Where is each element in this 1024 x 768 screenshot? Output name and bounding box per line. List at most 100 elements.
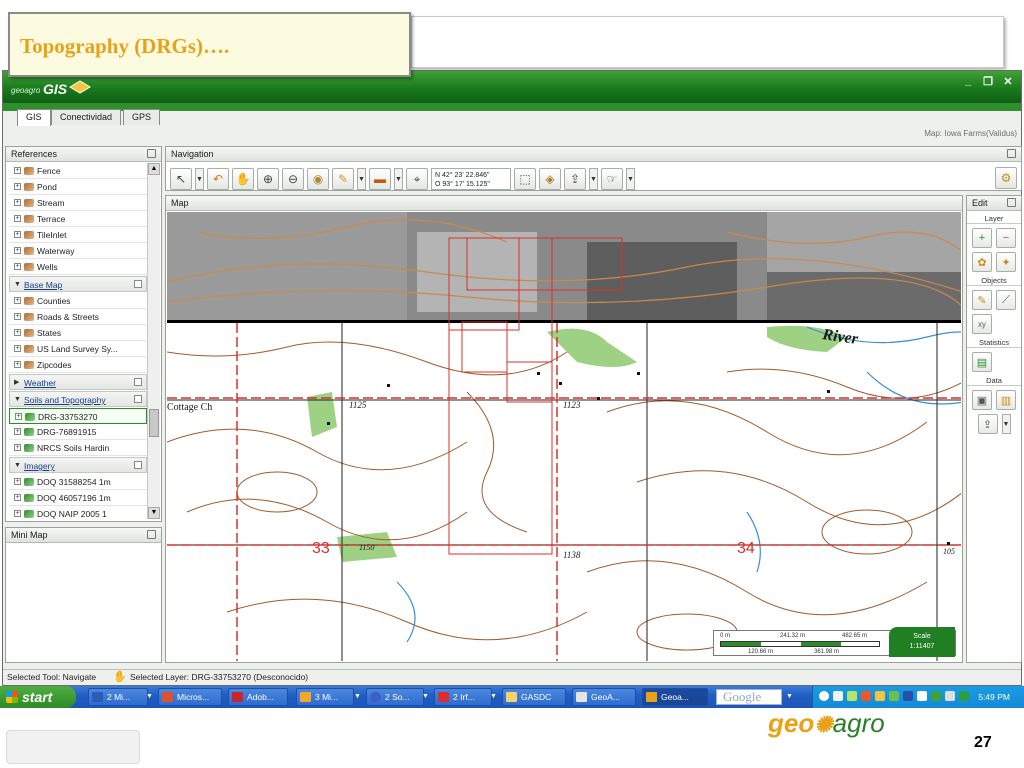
layer-style-icon[interactable]: ✿ [972,252,992,272]
group-options-icon[interactable] [134,395,142,403]
expand-icon[interactable]: + [14,231,21,238]
layer-list-item[interactable]: + DOQ NAIP 2005 1 [9,506,147,519]
layer-group-header[interactable]: ▶ Weather [9,374,147,390]
expand-icon[interactable]: + [14,247,21,254]
layer-group-header[interactable]: ▼ Soils and Topography [9,391,147,407]
data-dropdown-icon[interactable]: ▼ [1001,414,1011,434]
expand-icon[interactable]: + [14,444,21,451]
taskbar-item-irfan[interactable]: 2 Irf... [434,688,492,706]
expand-icon[interactable]: + [14,510,21,517]
tray-app-icon[interactable] [889,691,899,701]
expand-arrow-icon[interactable]: ▼ [14,458,21,474]
measure-dropdown-icon[interactable]: ▼ [394,168,403,190]
taskbar-item-geoa[interactable]: GeoA... [572,688,636,706]
data-export-icon[interactable]: ⇪ [977,414,998,434]
layer-list-item[interactable]: + Stream [9,195,147,211]
expand-icon[interactable]: + [14,329,21,336]
identify-icon[interactable]: ✎ [332,168,354,190]
wireless-icon[interactable] [959,691,969,701]
tab-gis[interactable]: GIS [17,109,51,126]
zoom-out-icon[interactable]: ⊖ [282,168,304,190]
xy-object-icon[interactable]: xy [972,314,992,334]
select-arrow-icon[interactable]: ↖ [170,168,192,190]
pin-icon[interactable] [147,149,156,158]
maximize-button[interactable]: ❐ [983,75,993,88]
phone-icon[interactable] [917,691,927,701]
layer-list-item[interactable]: + Pond [9,179,147,195]
mail-icon[interactable] [833,691,843,701]
measure-icon[interactable]: ▬ [369,168,391,190]
undo-icon[interactable]: ↶ [207,168,229,190]
expand-icon[interactable]: + [14,167,21,174]
tray-app-icon[interactable] [931,691,941,701]
expand-icon[interactable]: + [14,313,21,320]
export-icon[interactable]: ⇪ [564,168,586,190]
layer-group-header[interactable]: ▼ Base Map [9,276,147,292]
google-search-box[interactable]: Google [716,689,782,705]
layer-properties-icon[interactable]: ✦ [996,252,1016,272]
expand-icon[interactable]: + [14,361,21,368]
expand-icon[interactable]: + [14,215,21,222]
save-data-icon[interactable]: ▣ [972,390,992,410]
expand-icon[interactable]: + [14,183,21,190]
remove-layer-icon[interactable]: − [996,228,1016,248]
tray-app-icon[interactable] [861,691,871,701]
data-lock-icon[interactable]: ▥ [996,390,1016,410]
layer-list-item[interactable]: + Counties [9,293,147,309]
coordinate-icon[interactable]: ⌖ [406,168,428,190]
select-features-icon[interactable]: ⬚ [514,168,536,190]
taskbar-item-word[interactable]: 2 Mi... [88,688,148,706]
expand-arrow-icon[interactable]: ▼ [14,392,21,408]
tray-app-icon[interactable] [847,691,857,701]
taskbar-dropdown-icon[interactable]: ▼ [490,688,500,706]
taskbar-dropdown-icon[interactable]: ▼ [146,688,156,706]
identify-dropdown-icon[interactable]: ▼ [357,168,366,190]
tray-arrow-icon[interactable] [819,691,829,701]
expand-arrow-icon[interactable]: ▶ [14,375,19,391]
expand-icon[interactable]: + [14,263,21,270]
map-canvas[interactable]: River Cottage Ch 1125 1123 1138 33 34 11… [167,212,961,661]
expand-icon[interactable]: + [14,494,21,501]
close-button[interactable]: ✕ [1003,75,1013,88]
layer-list-item[interactable]: + DRG-33753270 [9,408,147,424]
pan-hand-icon[interactable]: ✋ [232,168,254,190]
layer-list-item[interactable]: + DRG-76891915 [9,424,147,440]
tray-app-icon[interactable] [875,691,885,701]
layer-list-item[interactable]: + US Land Survey Sy... [9,341,147,357]
tab-conectividad[interactable]: Conectividad [51,109,122,125]
pin-icon[interactable] [147,530,156,539]
add-layer-icon[interactable]: + [972,228,992,248]
pin-icon[interactable] [1007,198,1016,207]
network-icon[interactable] [945,691,955,701]
scroll-thumb[interactable] [149,409,159,437]
pin-icon[interactable] [1007,149,1016,158]
references-scrollbar[interactable]: ▲ ▼ [147,163,160,519]
expand-arrow-icon[interactable]: ▼ [14,277,21,293]
layers-icon[interactable]: ◈ [539,168,561,190]
taskbar-item-gasdc[interactable]: GASDC [502,688,566,706]
taskbar-item-messenger[interactable]: 3 Mi... [296,688,354,706]
layer-list-item[interactable]: + Roads & Streets [9,309,147,325]
taskbar-item-adobe[interactable]: Adob... [228,688,288,706]
layer-list-item[interactable]: + TileInlet [9,227,147,243]
group-options-icon[interactable] [134,378,142,386]
group-options-icon[interactable] [134,280,142,288]
info-dropdown-icon[interactable]: ▼ [626,168,635,190]
zoom-in-icon[interactable]: ⊕ [257,168,279,190]
layer-list-item[interactable]: + Fence [9,163,147,179]
layer-list-item[interactable]: + DOQ 46057196 1m [9,490,147,506]
layer-list-item[interactable]: + Waterway [9,243,147,259]
layer-list-item[interactable]: + Wells [9,259,147,275]
expand-icon[interactable]: + [15,413,22,420]
tab-gps[interactable]: GPS [123,109,161,125]
scroll-up-icon[interactable]: ▲ [148,163,160,175]
statistics-chart-icon[interactable]: ▤ [972,352,992,372]
edit-object-icon[interactable]: ✎ [972,290,992,310]
group-options-icon[interactable] [134,461,142,469]
layer-list-item[interactable]: + NRCS Soils Hardin [9,440,147,456]
minimize-button[interactable]: _ [963,75,973,88]
select-dropdown-icon[interactable]: ▼ [195,168,204,190]
expand-icon[interactable]: + [14,345,21,352]
export-dropdown-icon[interactable]: ▼ [589,168,598,190]
tray-app-icon[interactable] [903,691,913,701]
